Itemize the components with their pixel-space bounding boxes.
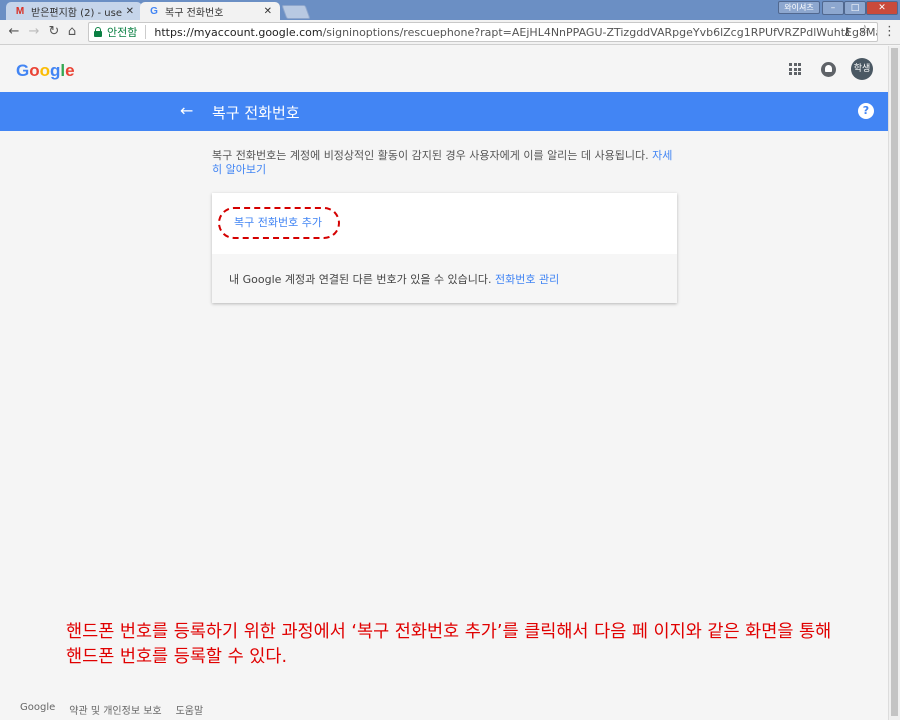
other-numbers-note: 내 Google 계정과 연결된 다른 번호가 있을 수 있습니다. 전화번호 … (229, 271, 559, 287)
back-arrow-icon[interactable]: ← (180, 101, 193, 120)
footer: Google 약관 및 개인정보 보호 도움말 (20, 702, 203, 717)
logo-letter: G (16, 61, 30, 80)
apps-grid-icon[interactable] (789, 63, 801, 75)
tab-label: 복구 전화번호 (165, 8, 224, 19)
lock-icon (93, 27, 103, 37)
logo-letter: e (65, 61, 75, 80)
manage-phone-numbers-link[interactable]: 전화번호 관리 (495, 273, 559, 286)
gmail-icon: M (15, 6, 25, 17)
app-bar: ← 복구 전화번호 ? (0, 92, 888, 131)
tab-gmail[interactable]: M 받은편지함 (2) - user@k ✕ (6, 2, 142, 21)
forward-arrow-icon[interactable]: → (26, 24, 42, 40)
page: Google 학생 ← 복구 전화번호 ? 복구 전화번호는 계정에 비정상적인… (0, 46, 888, 720)
url-text: https://myaccount.google.com/signinoptio… (154, 26, 877, 39)
card-footer: 내 Google 계정과 연결된 다른 번호가 있을 수 있습니다. 전화번호 … (212, 254, 677, 303)
avatar[interactable]: 학생 (851, 58, 873, 80)
other-numbers-text: 내 Google 계정과 연결된 다른 번호가 있을 수 있습니다. (229, 273, 492, 286)
scrollbar-thumb[interactable] (891, 48, 898, 716)
logo-letter: o (39, 61, 51, 80)
logo-letter: o (29, 61, 40, 80)
new-tab-button[interactable] (281, 5, 311, 19)
google-logo[interactable]: Google (16, 61, 75, 81)
menu-dots-icon[interactable]: ⋮ (883, 24, 896, 39)
recovery-phone-card: 복구 전화번호 추가 내 Google 계정과 연결된 다른 번호가 있을 수 … (212, 193, 677, 303)
key-icon[interactable]: ⚷ (843, 25, 851, 38)
window-close-button[interactable]: ✕ (866, 1, 898, 15)
url-path: /signinoptions/rescuephone?rapt=AEjHL4Nn… (322, 25, 877, 39)
back-arrow-icon[interactable]: ← (6, 24, 22, 40)
browser-toolbar: ← → ↻ ⌂ 안전함 https://myaccount.google.com… (0, 20, 900, 45)
page-title: 복구 전화번호 (212, 104, 300, 122)
close-icon[interactable]: ✕ (264, 6, 272, 17)
highlight-circle (218, 207, 340, 239)
bookmark-star-icon[interactable]: ☆ (859, 23, 871, 38)
vertical-scrollbar[interactable] (888, 46, 900, 720)
url-host: https://myaccount.google.com (154, 25, 323, 39)
notifications-bell-icon[interactable] (821, 62, 836, 77)
logo-letter: g (50, 61, 61, 80)
reload-icon[interactable]: ↻ (46, 24, 62, 40)
divider (145, 25, 147, 39)
description-text: 복구 전화번호는 계정에 비정상적인 활동이 감지된 경우 사용자에게 이를 알… (212, 149, 649, 162)
window-user-label[interactable]: 와이셔츠 (778, 1, 820, 14)
home-icon[interactable]: ⌂ (64, 24, 80, 40)
google-icon: G (150, 6, 158, 17)
maximize-button[interactable]: □ (844, 1, 866, 15)
tab-recovery-phone[interactable]: G 복구 전화번호 ✕ (140, 2, 280, 21)
footer-link-google[interactable]: Google (20, 702, 55, 717)
footer-link-help[interactable]: 도움말 (176, 702, 204, 717)
address-bar[interactable]: 안전함 https://myaccount.google.com/signino… (88, 22, 878, 42)
footer-link-terms-privacy[interactable]: 약관 및 개인정보 보호 (69, 702, 161, 717)
tab-label: 받은편지함 (2) - user@k (31, 8, 122, 19)
minimize-button[interactable]: – (822, 1, 844, 15)
secure-label: 안전함 (107, 26, 138, 39)
instruction-annotation: 핸드폰 번호를 등록하기 위한 과정에서 ‘복구 전화번호 추가’를 클릭해서 … (66, 622, 832, 667)
help-icon[interactable]: ? (858, 103, 874, 119)
description: 복구 전화번호는 계정에 비정상적인 활동이 감지된 경우 사용자에게 이를 알… (212, 149, 677, 177)
close-icon[interactable]: ✕ (126, 6, 134, 17)
